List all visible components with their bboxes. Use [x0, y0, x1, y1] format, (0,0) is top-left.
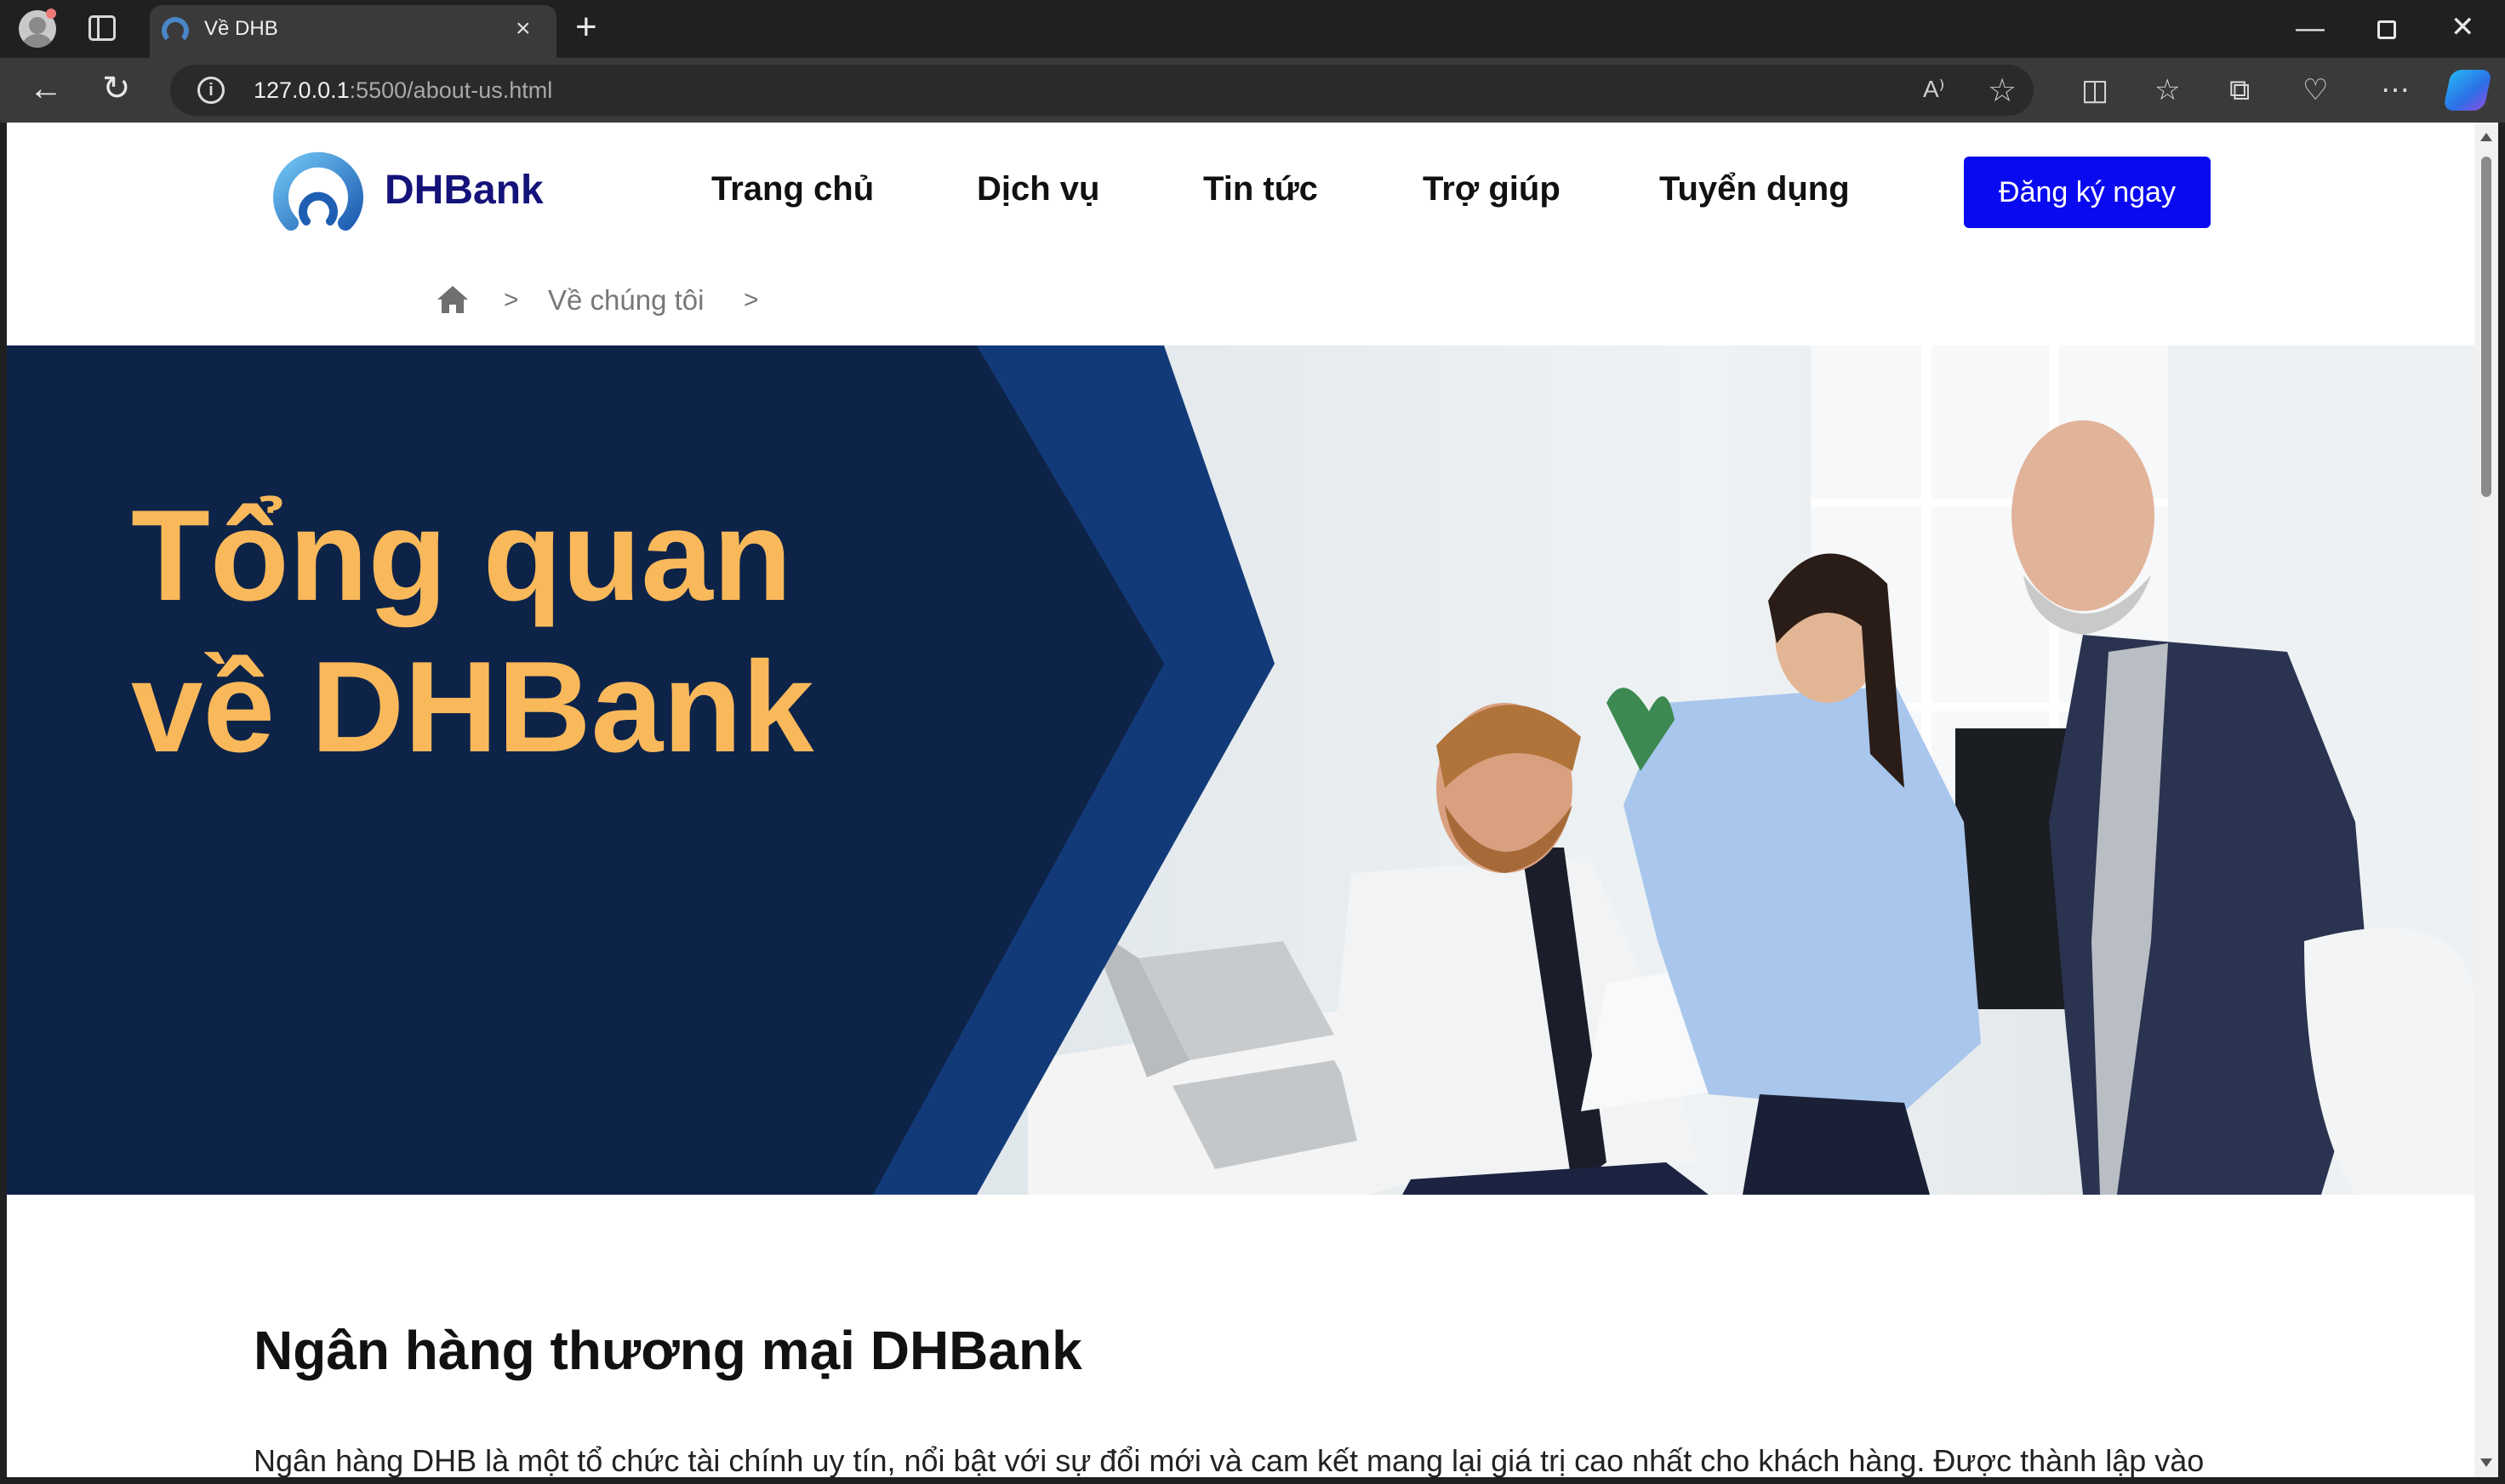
minimize-icon[interactable]: — [2296, 12, 2325, 45]
copilot-icon[interactable] [2442, 70, 2493, 111]
register-button[interactable]: Đăng ký ngay [1964, 157, 2211, 228]
new-tab-icon[interactable]: + [575, 9, 597, 46]
scrollbar-thumb[interactable] [2481, 157, 2491, 497]
scroll-down-icon[interactable] [2480, 1458, 2492, 1467]
nav-link-help[interactable]: Trợ giúp [1423, 170, 1561, 208]
profile-notification-badge [46, 9, 56, 19]
breadcrumb-separator: > [504, 286, 519, 314]
back-icon[interactable]: ← [29, 70, 63, 107]
nav-link-careers[interactable]: Tuyển dụng [1659, 170, 1850, 208]
favorites-icon[interactable]: ☆ [2154, 73, 2180, 107]
split-screen-icon[interactable]: ◫ [2081, 73, 2108, 107]
read-aloud-icon[interactable]: A⁾ [1923, 75, 1945, 103]
hero-title: Tổng quan về DHBank [131, 483, 814, 779]
tab-actions-icon[interactable] [88, 15, 116, 41]
breadcrumb-separator: > [744, 286, 759, 314]
browser-toolbar: ← ↻ i 127.0.0.1:5500/about-us.html A⁾ ☆ … [0, 58, 2505, 123]
more-icon[interactable]: ⋯ [2381, 73, 2410, 107]
address-bar[interactable]: i 127.0.0.1:5500/about-us.html A⁾ ☆ [170, 65, 2034, 116]
page-viewport: DHBank Trang chủ Dịch vụ Tin tức Trợ giú… [7, 123, 2474, 1477]
home-icon[interactable] [436, 284, 470, 315]
breadcrumb-current[interactable]: Về chúng tôi [548, 284, 704, 317]
section-heading: Ngân hàng thương mại DHBank [254, 1320, 1082, 1381]
collections-icon[interactable]: ⧉ [2229, 73, 2250, 107]
scroll-up-icon[interactable] [2480, 133, 2492, 141]
favorite-star-icon[interactable]: ☆ [1988, 71, 2017, 110]
restore-icon[interactable] [2377, 20, 2396, 39]
intro-paragraph: Ngân hàng DHB là một tổ chức tài chính u… [254, 1443, 2205, 1477]
browser-essentials-icon[interactable]: ♡ [2302, 73, 2328, 107]
refresh-icon[interactable]: ↻ [102, 70, 131, 107]
browser-tab-strip: Về DHB × + — ✕ [0, 0, 2505, 58]
tab-title: Về DHB [204, 17, 278, 40]
browser-tab[interactable]: Về DHB × [150, 5, 556, 58]
tab-close-icon[interactable]: × [516, 15, 531, 43]
nav-link-services[interactable]: Dịch vụ [977, 170, 1099, 208]
site-info-icon[interactable]: i [197, 77, 225, 104]
tab-favicon-icon [162, 17, 189, 44]
nav-link-home[interactable]: Trang chủ [711, 170, 874, 208]
logo-text[interactable]: DHBank [385, 167, 544, 214]
dhbank-logo-icon[interactable] [272, 143, 364, 235]
address-url[interactable]: 127.0.0.1:5500/about-us.html [254, 77, 552, 104]
nav-link-news[interactable]: Tin tức [1203, 170, 1318, 208]
close-window-icon[interactable]: ✕ [2451, 10, 2475, 44]
page-scrollbar[interactable] [2474, 123, 2498, 1477]
hero-banner: Tổng quan về DHBank [7, 345, 2474, 1195]
